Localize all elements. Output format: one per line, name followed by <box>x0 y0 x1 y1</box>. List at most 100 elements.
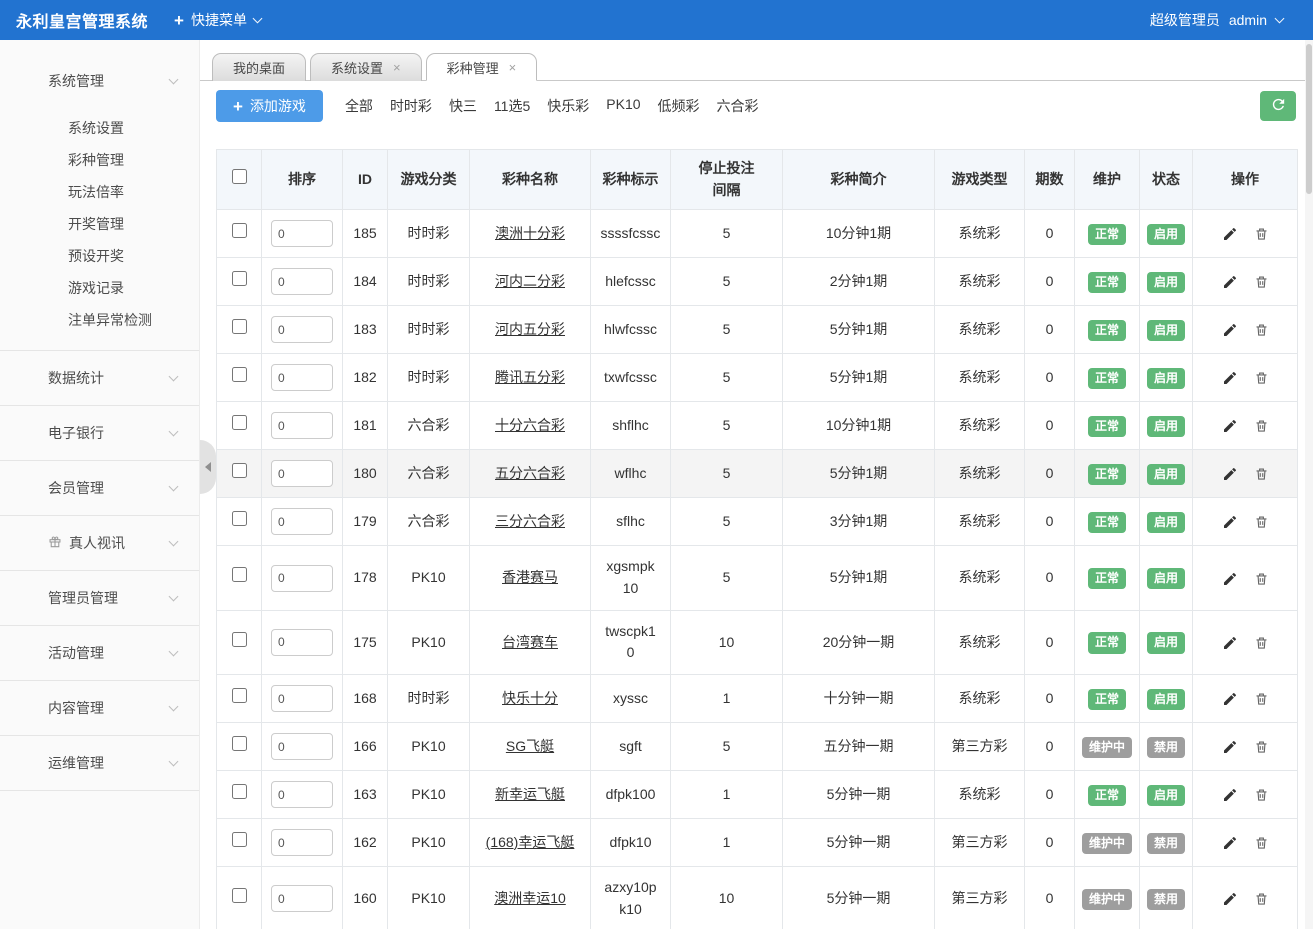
maintain-badge[interactable]: 正常 <box>1088 224 1126 245</box>
row-checkbox[interactable] <box>232 463 247 478</box>
sort-input[interactable] <box>271 268 333 295</box>
trash-icon[interactable] <box>1254 835 1269 851</box>
row-checkbox[interactable] <box>232 367 247 382</box>
sort-input[interactable] <box>271 412 333 439</box>
maintain-badge[interactable]: 正常 <box>1088 272 1126 293</box>
row-checkbox[interactable] <box>232 736 247 751</box>
pencil-icon[interactable] <box>1222 787 1238 803</box>
sidebar-item-7[interactable]: 活动管理 <box>0 626 199 680</box>
sidebar-subitem[interactable]: 彩种管理 <box>0 144 199 176</box>
pencil-icon[interactable] <box>1222 571 1238 587</box>
add-game-button[interactable]: + 添加游戏 <box>216 90 323 122</box>
sidebar-item-5[interactable]: 真人视讯 <box>0 516 199 570</box>
game-name-link[interactable]: 新幸运飞艇 <box>495 786 565 802</box>
game-name-link[interactable]: 十分六合彩 <box>495 417 565 433</box>
sort-input[interactable] <box>271 685 333 712</box>
status-badge[interactable]: 启用 <box>1147 632 1185 653</box>
status-badge[interactable]: 启用 <box>1147 512 1185 533</box>
row-checkbox[interactable] <box>232 784 247 799</box>
game-name-link[interactable]: SG飞艇 <box>506 738 554 754</box>
game-name-link[interactable]: 香港赛马 <box>502 569 558 585</box>
sidebar-item-1[interactable]: 系统管理 <box>0 54 199 108</box>
trash-icon[interactable] <box>1254 635 1269 651</box>
maintain-badge[interactable]: 正常 <box>1088 512 1126 533</box>
pencil-icon[interactable] <box>1222 739 1238 755</box>
status-badge[interactable]: 启用 <box>1147 224 1185 245</box>
sort-input[interactable] <box>271 733 333 760</box>
row-checkbox[interactable] <box>232 511 247 526</box>
trash-icon[interactable] <box>1254 571 1269 587</box>
filter-4[interactable]: 11选5 <box>494 96 530 116</box>
status-badge[interactable]: 启用 <box>1147 464 1185 485</box>
game-name-link[interactable]: 台湾赛车 <box>502 634 558 650</box>
tab-3[interactable]: 彩种管理× <box>426 53 538 81</box>
sidebar-item-6[interactable]: 管理员管理 <box>0 571 199 625</box>
filter-1[interactable]: 全部 <box>345 96 373 116</box>
maintain-badge[interactable]: 正常 <box>1088 568 1126 589</box>
sidebar-collapse-handle[interactable] <box>200 440 216 494</box>
sort-input[interactable] <box>271 829 333 856</box>
pencil-icon[interactable] <box>1222 370 1238 386</box>
filter-6[interactable]: PK10 <box>606 96 640 116</box>
maintain-badge[interactable]: 正常 <box>1088 320 1126 341</box>
maintain-badge[interactable]: 正常 <box>1088 368 1126 389</box>
row-checkbox[interactable] <box>232 632 247 647</box>
trash-icon[interactable] <box>1254 739 1269 755</box>
status-badge[interactable]: 启用 <box>1147 272 1185 293</box>
trash-icon[interactable] <box>1254 370 1269 386</box>
maintain-badge[interactable]: 维护中 <box>1082 833 1132 854</box>
filter-7[interactable]: 低频彩 <box>658 96 700 116</box>
trash-icon[interactable] <box>1254 418 1269 434</box>
sidebar-subitem[interactable]: 游戏记录 <box>0 272 199 304</box>
game-name-link[interactable]: 五分六合彩 <box>495 465 565 481</box>
trash-icon[interactable] <box>1254 466 1269 482</box>
sort-input[interactable] <box>271 885 333 912</box>
row-checkbox[interactable] <box>232 223 247 238</box>
maintain-badge[interactable]: 正常 <box>1088 632 1126 653</box>
pencil-icon[interactable] <box>1222 891 1238 907</box>
sidebar-subitem[interactable]: 系统设置 <box>0 112 199 144</box>
sort-input[interactable] <box>271 781 333 808</box>
game-name-link[interactable]: 澳洲幸运10 <box>494 890 566 906</box>
game-name-link[interactable]: 河内五分彩 <box>495 321 565 337</box>
sort-input[interactable] <box>271 565 333 592</box>
pencil-icon[interactable] <box>1222 466 1238 482</box>
sort-input[interactable] <box>271 316 333 343</box>
status-badge[interactable]: 启用 <box>1147 320 1185 341</box>
status-badge[interactable]: 禁用 <box>1147 737 1185 758</box>
maintain-badge[interactable]: 正常 <box>1088 689 1126 710</box>
pencil-icon[interactable] <box>1222 274 1238 290</box>
pencil-icon[interactable] <box>1222 835 1238 851</box>
status-badge[interactable]: 启用 <box>1147 568 1185 589</box>
sidebar-item-8[interactable]: 内容管理 <box>0 681 199 735</box>
sidebar-subitem[interactable]: 玩法倍率 <box>0 176 199 208</box>
trash-icon[interactable] <box>1254 226 1269 242</box>
game-name-link[interactable]: 腾讯五分彩 <box>495 369 565 385</box>
game-name-link[interactable]: (168)幸运飞艇 <box>486 834 575 850</box>
sort-input[interactable] <box>271 364 333 391</box>
trash-icon[interactable] <box>1254 514 1269 530</box>
filter-5[interactable]: 快乐彩 <box>547 96 589 116</box>
tab-2[interactable]: 系统设置× <box>310 53 422 81</box>
row-checkbox[interactable] <box>232 415 247 430</box>
sidebar-subitem[interactable]: 预设开奖 <box>0 240 199 272</box>
status-badge[interactable]: 启用 <box>1147 416 1185 437</box>
maintain-badge[interactable]: 正常 <box>1088 464 1126 485</box>
refresh-button[interactable] <box>1260 91 1296 121</box>
sidebar-subitem[interactable]: 开奖管理 <box>0 208 199 240</box>
maintain-badge[interactable]: 维护中 <box>1082 737 1132 758</box>
pencil-icon[interactable] <box>1222 691 1238 707</box>
game-name-link[interactable]: 快乐十分 <box>502 690 558 706</box>
row-checkbox[interactable] <box>232 888 247 903</box>
quick-menu-button[interactable]: + 快捷菜单 <box>174 10 261 30</box>
row-checkbox[interactable] <box>232 567 247 582</box>
sidebar-item-2[interactable]: 数据统计 <box>0 351 199 405</box>
trash-icon[interactable] <box>1254 322 1269 338</box>
maintain-badge[interactable]: 维护中 <box>1082 889 1132 910</box>
sidebar-item-4[interactable]: 会员管理 <box>0 461 199 515</box>
status-badge[interactable]: 禁用 <box>1147 833 1185 854</box>
tab-1[interactable]: 我的桌面 <box>212 53 306 81</box>
row-checkbox[interactable] <box>232 319 247 334</box>
user-menu[interactable]: 超级管理员 admin <box>1150 10 1313 30</box>
trash-icon[interactable] <box>1254 787 1269 803</box>
